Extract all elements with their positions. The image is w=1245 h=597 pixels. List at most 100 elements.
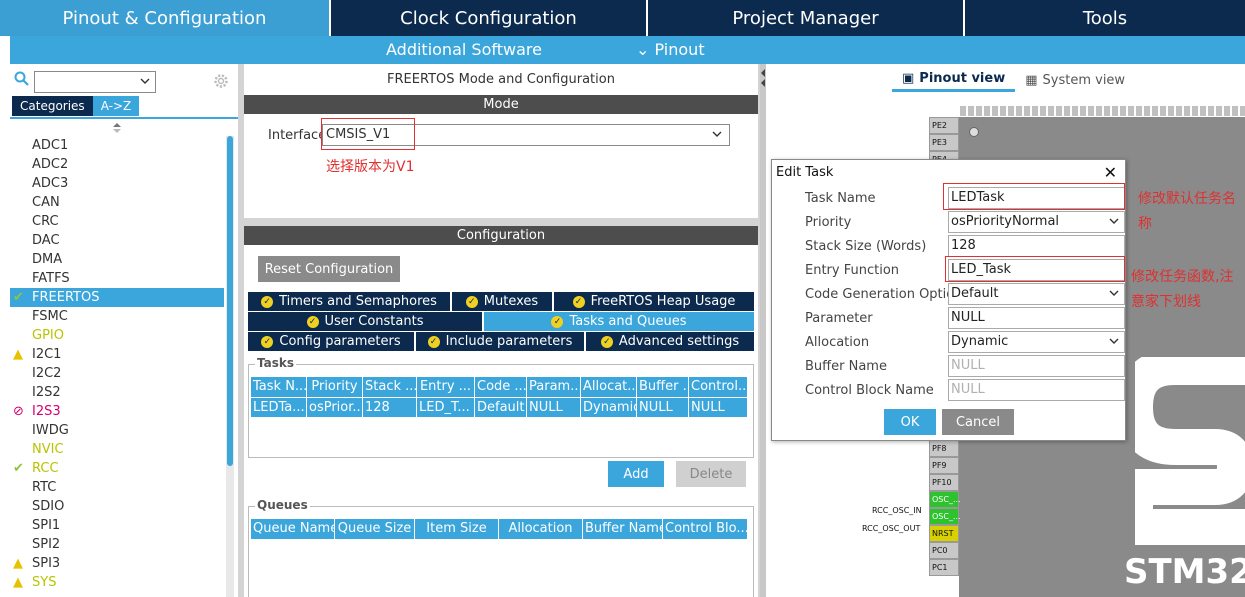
list-item[interactable]: SPI2	[10, 535, 224, 554]
tab-pinout-view[interactable]: ▣ Pinout view	[892, 68, 1016, 92]
list-item[interactable]: SDIO	[10, 497, 224, 516]
tab-categories[interactable]: Categories	[12, 96, 93, 116]
list-item[interactable]: I2S2	[10, 383, 224, 402]
additional-software-menu[interactable]: Additional Software	[386, 40, 542, 59]
list-item[interactable]: SPI1	[10, 516, 224, 535]
list-item[interactable]: I2C2	[10, 364, 224, 383]
search-icon	[14, 71, 29, 86]
pinout-menu[interactable]: ⌄ Pinout	[636, 40, 705, 59]
pin[interactable]: PF10	[929, 474, 959, 491]
pin-nrst[interactable]: NRST	[929, 525, 959, 542]
list-item[interactable]: CAN	[10, 193, 224, 212]
column-header[interactable]: Allocation	[499, 519, 583, 539]
column-header[interactable]: Task N...	[251, 377, 307, 397]
list-item[interactable]: ADC1	[10, 136, 224, 155]
list-item[interactable]: ADC3	[10, 174, 224, 193]
chevron-down-icon: ⌄	[636, 40, 655, 59]
mode-header: Mode	[244, 95, 758, 114]
column-header[interactable]: Priority	[307, 377, 363, 397]
priority-value: osPriorityNormal	[951, 214, 1060, 229]
pin-osc-in[interactable]: OSC_...	[929, 491, 961, 508]
tab-clock-configuration[interactable]: Clock Configuration	[331, 0, 648, 36]
list-item[interactable]: ▲ SPI3	[10, 554, 224, 573]
tab-heap-usage[interactable]: ✓ FreeRTOS Heap Usage	[554, 292, 754, 312]
control-block-input[interactable]: NULL	[948, 379, 1125, 401]
list-item[interactable]: RTC	[10, 478, 224, 497]
list-item[interactable]: ▲ SYS	[10, 573, 224, 592]
list-item[interactable]: FSMC	[10, 307, 224, 326]
config-tabs-row: ✓ Config parameters ✓ Include parameters ✓…	[248, 332, 754, 352]
list-item[interactable]: ADC2	[10, 155, 224, 174]
close-icon[interactable]: ✕	[1104, 163, 1117, 182]
pin[interactable]: PF9	[929, 457, 959, 474]
tab-system-view[interactable]: ▦ System view	[1015, 68, 1135, 92]
pin[interactable]: PF8	[929, 440, 959, 457]
grid-icon: ▦	[1025, 72, 1038, 88]
task-name-label: Task Name	[805, 191, 876, 206]
tab-timers-semaphores[interactable]: ✓ Timers and Semaphores	[248, 292, 452, 312]
column-header[interactable]: Queue Size	[335, 519, 415, 539]
ok-button[interactable]: OK	[884, 409, 936, 435]
cancel-button[interactable]: Cancel	[942, 409, 1014, 435]
pin-osc-out[interactable]: OSC_...	[929, 508, 961, 525]
priority-select[interactable]: osPriorityNormal	[948, 211, 1125, 233]
pin[interactable]: PC0	[929, 542, 959, 559]
tab-pinout-configuration[interactable]: Pinout & Configuration	[0, 0, 331, 36]
list-item-label: RCC	[32, 461, 59, 476]
scrollbar-thumb[interactable]	[227, 136, 233, 466]
delete-task-button[interactable]: Delete	[676, 461, 746, 487]
sidebar-scrollbar[interactable]	[226, 136, 234, 597]
tasks-table-header: Task N... Priority Stack ... Entry ... C…	[251, 377, 747, 397]
tab-a-to-z[interactable]: A->Z	[92, 96, 140, 116]
pinout-menu-label: Pinout	[654, 40, 705, 59]
osc-in-label: RCC_OSC_IN	[872, 506, 922, 515]
allocation-select[interactable]: Dynamic	[948, 331, 1125, 353]
column-header[interactable]: Param...	[527, 377, 581, 397]
table-row[interactable]: LEDTa... osPrior... 128 LED_T... Default…	[251, 398, 747, 417]
column-header[interactable]: Buffer ...	[637, 377, 689, 397]
tab-user-constants[interactable]: ✓ User Constants	[248, 312, 484, 332]
list-item[interactable]: DMA	[10, 250, 224, 269]
tab-advanced-settings[interactable]: ✓ Advanced settings	[586, 332, 754, 352]
tab-include-parameters[interactable]: ✓ Include parameters	[416, 332, 586, 352]
gear-icon[interactable]	[212, 72, 230, 90]
tab-project-manager[interactable]: Project Manager	[648, 0, 965, 36]
stack-size-input[interactable]: 128	[948, 235, 1125, 257]
column-header[interactable]: Item Size	[415, 519, 499, 539]
list-item[interactable]: FATFS	[10, 269, 224, 288]
tab-label: Config parameters	[279, 334, 401, 349]
reset-configuration-button[interactable]: Reset Configuration	[258, 256, 400, 282]
tab-config-parameters[interactable]: ✓ Config parameters	[248, 332, 416, 352]
column-header[interactable]: Allocat...	[581, 377, 637, 397]
pin[interactable]: PC1	[929, 559, 959, 576]
tab-tasks-queues[interactable]: ✓ Tasks and Queues	[484, 312, 754, 332]
column-header[interactable]: Stack ...	[363, 377, 417, 397]
pin[interactable]: PE3	[929, 134, 959, 151]
list-item[interactable]: ▲ I2C1	[10, 345, 224, 364]
add-task-button[interactable]: Add	[608, 461, 664, 487]
list-item[interactable]: GPIO	[10, 326, 224, 345]
sort-arrow-icon[interactable]	[112, 122, 122, 134]
list-item-label: SYS	[32, 575, 57, 590]
list-item-selected[interactable]: ✔ FREERTOS	[10, 288, 224, 307]
tab-mutexes[interactable]: ✓ Mutexes	[452, 292, 554, 312]
column-header[interactable]: Entry ...	[417, 377, 475, 397]
parameter-input[interactable]: NULL	[948, 307, 1125, 329]
collapse-arrow-icon[interactable]	[760, 68, 766, 88]
code-generation-select[interactable]: Default	[948, 283, 1125, 305]
search-input[interactable]	[34, 71, 156, 93]
buffer-name-input[interactable]: NULL	[948, 355, 1125, 377]
list-item[interactable]: NVIC	[10, 440, 224, 459]
pin[interactable]: PE2	[929, 117, 959, 134]
tab-tools[interactable]: Tools	[965, 0, 1245, 36]
column-header[interactable]: Control...	[689, 377, 747, 397]
column-header[interactable]: Queue Name	[251, 519, 335, 539]
list-item[interactable]: IWDG	[10, 421, 224, 440]
column-header[interactable]: Control Blo...	[663, 519, 747, 539]
column-header[interactable]: Code ...	[475, 377, 527, 397]
list-item[interactable]: DAC	[10, 231, 224, 250]
column-header[interactable]: Buffer Name	[583, 519, 663, 539]
list-item[interactable]: CRC	[10, 212, 224, 231]
list-item[interactable]: ✔ RCC	[10, 459, 224, 478]
list-item[interactable]: ⊘ I2S3	[10, 402, 224, 421]
